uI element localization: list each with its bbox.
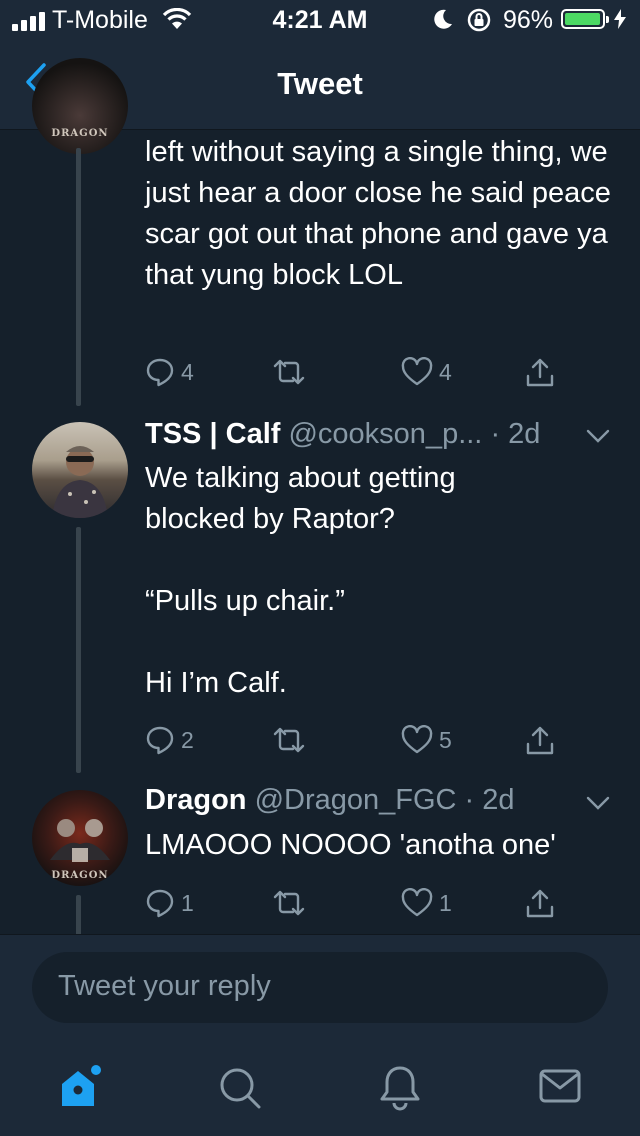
retweet-icon <box>273 359 305 385</box>
reply-placeholder: Tweet your reply <box>58 970 271 1002</box>
reply-count: 1 <box>181 889 194 916</box>
tweet-text: We talking about getting blocked by Rapt… <box>145 462 456 535</box>
reply-bar: Tweet your reply <box>0 934 640 1041</box>
reply-button[interactable]: 1 <box>145 888 194 918</box>
like-count: 1 <box>439 889 452 916</box>
retweet-button[interactable] <box>271 357 307 387</box>
notifications-icon[interactable] <box>378 1064 422 1112</box>
reply-button[interactable]: 2 <box>145 725 194 755</box>
like-button[interactable]: 5 <box>401 725 452 755</box>
thread-line <box>76 148 81 406</box>
home-icon[interactable] <box>56 1064 104 1110</box>
avatar-label: DRAGON <box>51 128 109 139</box>
like-button[interactable]: 1 <box>401 888 452 918</box>
like-count: 5 <box>439 726 452 753</box>
tweet-text: “Pulls up chair.” <box>145 585 345 617</box>
tweet-text: Hi I’m Calf. <box>145 667 287 699</box>
reply-count: 2 <box>181 726 194 753</box>
messages-icon[interactable] <box>538 1064 582 1108</box>
avatar[interactable] <box>32 422 128 518</box>
display-name[interactable]: Dragon <box>145 784 247 816</box>
like-button[interactable]: 4 <box>401 357 452 387</box>
tweet-header: Dragon @Dragon_FGC · 2d <box>145 784 515 817</box>
like-count: 4 <box>439 358 452 385</box>
display-name[interactable]: TSS | Calf <box>145 418 280 450</box>
chevron-down-icon[interactable] <box>586 428 610 444</box>
share-icon <box>526 889 554 918</box>
reply-count: 4 <box>181 358 194 385</box>
tweet-text: left without saying a single thing, we j… <box>145 136 611 291</box>
tweet-actions: 2 5 <box>145 725 595 761</box>
username[interactable]: @Dragon_FGC <box>255 784 457 816</box>
share-button[interactable] <box>525 888 555 920</box>
tweet-actions: 1 1 <box>145 888 595 924</box>
share-icon <box>526 358 554 387</box>
reply-icon <box>146 358 174 387</box>
retweet-button[interactable] <box>271 888 307 918</box>
search-icon[interactable] <box>216 1064 264 1112</box>
avatar-photo <box>52 446 108 518</box>
chevron-down-icon[interactable] <box>586 795 610 811</box>
avatar[interactable]: DRAGON <box>32 790 128 886</box>
reply-icon <box>146 726 174 755</box>
retweet-icon <box>273 727 305 753</box>
thread-line <box>76 527 81 773</box>
heart-icon <box>401 357 433 386</box>
reply-button[interactable]: 4 <box>145 357 194 387</box>
tweet-time: · 2d <box>464 784 515 816</box>
tweet-text: LMAOOO NOOOO 'anotha one' <box>145 829 556 861</box>
reply-input[interactable]: Tweet your reply <box>32 952 608 1023</box>
share-button[interactable] <box>525 357 555 389</box>
tweet-time: · 2d <box>490 418 541 450</box>
reply-icon <box>146 889 174 918</box>
retweet-button[interactable] <box>271 725 307 755</box>
retweet-icon <box>273 890 305 916</box>
share-button[interactable] <box>525 725 555 757</box>
tweet-header: TSS | Calf @cookson_p... · 2d <box>145 418 540 451</box>
tweet-actions: 4 4 <box>145 357 595 393</box>
username[interactable]: @cookson_p... <box>288 418 482 450</box>
heart-icon <box>401 725 433 754</box>
avatar-label: DRAGON <box>51 870 109 881</box>
share-icon <box>526 726 554 755</box>
heart-icon <box>401 888 433 917</box>
tab-bar <box>0 1040 640 1136</box>
